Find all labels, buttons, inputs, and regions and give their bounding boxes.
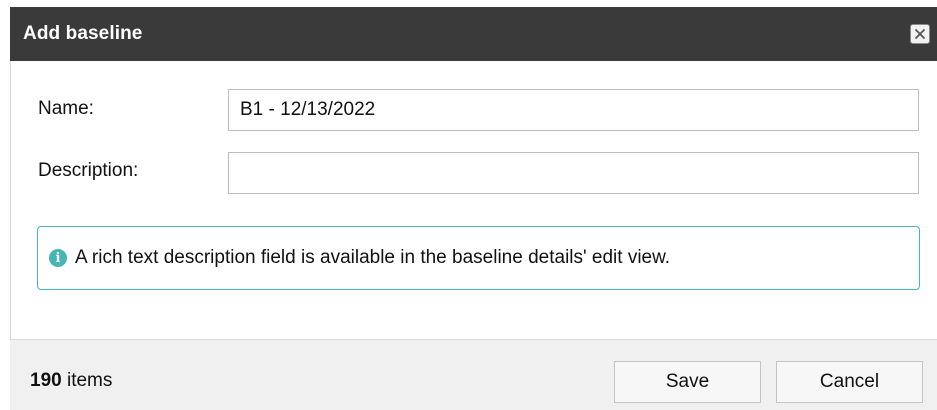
dialog-title: Add baseline (23, 23, 143, 44)
item-count: 190 items (30, 370, 112, 392)
description-input[interactable] (228, 152, 919, 194)
item-count-number: 190 (30, 370, 62, 391)
description-label: Description: (38, 160, 139, 181)
name-input[interactable] (228, 89, 919, 131)
dialog-titlebar: Add baseline (10, 7, 937, 61)
dialog-body: Name: Description: i A rich text descrip… (10, 61, 937, 339)
info-text: A rich text description field is availab… (75, 247, 671, 268)
item-count-suffix: items (61, 370, 113, 391)
close-button[interactable] (910, 24, 930, 44)
info-circle-icon: i (49, 249, 67, 267)
cancel-button[interactable]: Cancel (776, 361, 923, 403)
close-x-icon (915, 29, 925, 39)
dialog-footer: 190 items Save Cancel (10, 339, 937, 410)
save-button[interactable]: Save (614, 361, 761, 403)
info-message: i A rich text description field is avail… (37, 226, 920, 290)
add-baseline-dialog: Add baseline Name: Description: i A rich… (0, 0, 937, 410)
name-label: Name: (38, 98, 94, 119)
